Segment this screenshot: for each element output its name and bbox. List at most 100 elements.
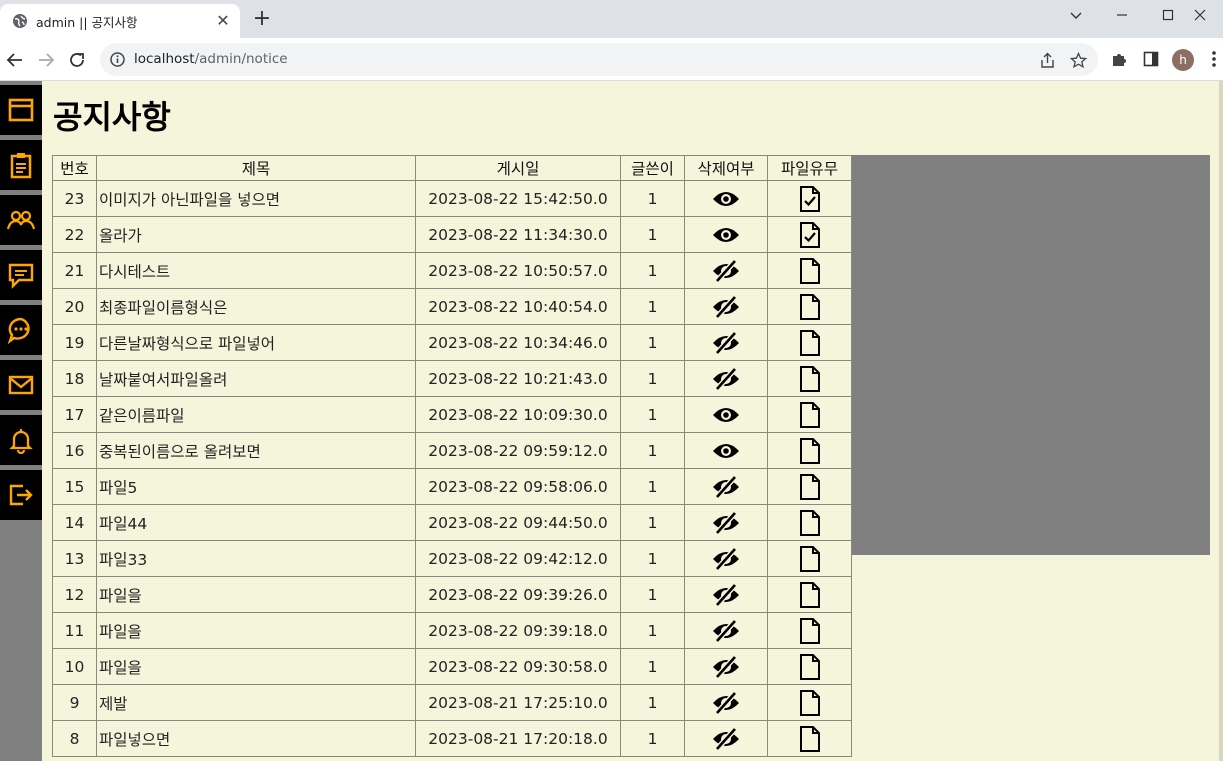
table-row[interactable]: 12 파일을 2023-08-22 09:39:26.0 1 [52,576,852,613]
table-row[interactable]: 21 다시테스트 2023-08-22 10:50:57.0 1 [52,252,852,289]
cell-title[interactable]: 올라가 [96,216,416,253]
cell-title[interactable]: 날짜붙여서파일올려 [96,360,416,397]
cell-deleted-toggle[interactable] [684,468,768,505]
eye-off-icon[interactable] [712,294,740,319]
cell-deleted-toggle[interactable] [684,540,768,577]
more-menu-icon[interactable] [1208,48,1220,70]
forward-button[interactable] [33,47,59,73]
close-window-button[interactable] [1177,0,1223,30]
cell-number: 22 [52,216,97,253]
cell-title[interactable]: 파일을 [96,612,416,649]
sidebar-item-dashboard[interactable] [0,85,42,135]
cell-writer: 1 [620,648,685,685]
sidebar-item-notice[interactable] [0,140,42,190]
eye-off-icon[interactable] [712,582,740,607]
cell-file [767,324,852,361]
table-row[interactable]: 9 제발 2023-08-21 17:25:10.0 1 [52,684,852,721]
table-row[interactable]: 11 파일을 2023-08-22 09:39:18.0 1 [52,612,852,649]
cell-deleted-toggle[interactable] [684,252,768,289]
table-row[interactable]: 16 중복된이름으로 올려보면 2023-08-22 09:59:12.0 1 [52,432,852,469]
bookmark-button[interactable] [1068,50,1088,70]
sidebar-item-chat[interactable] [0,305,42,355]
eye-off-icon[interactable] [712,546,740,571]
eye-icon[interactable] [712,441,740,461]
cell-title[interactable]: 중복된이름으로 올려보면 [96,432,416,469]
cell-deleted-toggle[interactable] [684,216,768,253]
cell-deleted-toggle[interactable] [684,324,768,361]
table-row[interactable]: 14 파일44 2023-08-22 09:44:50.0 1 [52,504,852,541]
cell-title[interactable]: 파일을 [96,576,416,613]
sidebar-item-board[interactable] [0,250,42,300]
eye-off-icon[interactable] [712,366,740,391]
cell-deleted-toggle[interactable] [684,684,768,721]
cell-deleted-toggle[interactable] [684,576,768,613]
cell-title[interactable]: 파일5 [96,468,416,505]
table-row[interactable]: 13 파일33 2023-08-22 09:42:12.0 1 [52,540,852,577]
table-row[interactable]: 15 파일5 2023-08-22 09:58:06.0 1 [52,468,852,505]
cell-deleted-toggle[interactable] [684,432,768,469]
cell-file [767,216,852,253]
eye-off-icon[interactable] [712,618,740,643]
cell-title[interactable]: 제발 [96,684,416,721]
table-row[interactable]: 22 올라가 2023-08-22 11:34:30.0 1 [52,216,852,253]
cell-title[interactable]: 다시테스트 [96,252,416,289]
sidebar-item-members[interactable] [0,195,42,245]
cell-file [767,252,852,289]
cell-deleted-toggle[interactable] [684,504,768,541]
eye-icon[interactable] [712,225,740,245]
tab-search-button[interactable] [1053,0,1099,30]
cell-file [767,540,852,577]
eye-off-icon[interactable] [712,690,740,715]
eye-off-icon[interactable] [712,474,740,499]
browser-tab[interactable]: admin || 공지사항 ✕ [0,4,240,38]
cell-title[interactable]: 이미지가 아닌파일을 넣으면 [96,180,416,217]
table-row[interactable]: 8 파일넣으면 2023-08-21 17:20:18.0 1 [52,720,852,757]
puzzle-icon [1112,53,1126,66]
address-bar[interactable]: localhost/admin/notice [100,43,1098,76]
cell-title[interactable]: 파일33 [96,540,416,577]
file-icon [799,473,820,500]
table-row[interactable]: 18 날짜붙여서파일올려 2023-08-22 10:21:43.0 1 [52,360,852,397]
table-row[interactable]: 10 파일을 2023-08-22 09:30:58.0 1 [52,648,852,685]
cell-deleted-toggle[interactable] [684,612,768,649]
table-row[interactable]: 23 이미지가 아닌파일을 넣으면 2023-08-22 15:42:50.0 1 [52,180,852,217]
cell-deleted-toggle[interactable] [684,648,768,685]
eye-off-icon[interactable] [712,654,740,679]
table-row[interactable]: 17 같은이름파일 2023-08-22 10:09:30.0 1 [52,396,852,433]
cell-title[interactable]: 파일넣으면 [96,720,416,757]
back-button[interactable] [2,47,28,73]
minimize-button[interactable] [1099,0,1145,30]
reload-button[interactable] [64,47,90,73]
eye-icon[interactable] [712,405,740,425]
eye-icon[interactable] [712,189,740,209]
extensions-button[interactable] [1108,48,1130,70]
table-row[interactable]: 19 다른날짜형식으로 파일넣어 2023-08-22 10:34:46.0 1 [52,324,852,361]
eye-off-icon[interactable] [712,330,740,355]
cell-deleted-toggle[interactable] [684,360,768,397]
share-button[interactable] [1037,50,1057,70]
eye-off-icon[interactable] [712,726,740,751]
cell-title[interactable]: 최종파일이름형식은 [96,288,416,325]
close-tab-icon[interactable]: ✕ [214,12,232,30]
profile-avatar[interactable]: h [1172,49,1194,71]
cell-number: 8 [52,720,97,757]
info-icon[interactable] [109,51,126,68]
scrollbar[interactable] [1219,81,1223,761]
side-panel-button[interactable] [1140,48,1162,70]
page-title: 공지사항 [53,98,171,136]
cell-deleted-toggle[interactable] [684,180,768,217]
cell-title[interactable]: 파일44 [96,504,416,541]
cell-deleted-toggle[interactable] [684,720,768,757]
eye-off-icon[interactable] [712,258,740,283]
sidebar-item-alarm[interactable] [0,415,42,465]
cell-title[interactable]: 같은이름파일 [96,396,416,433]
table-row[interactable]: 20 최종파일이름형식은 2023-08-22 10:40:54.0 1 [52,288,852,325]
new-tab-button[interactable]: + [250,8,274,32]
cell-deleted-toggle[interactable] [684,288,768,325]
cell-title[interactable]: 다른날짜형식으로 파일넣어 [96,324,416,361]
cell-deleted-toggle[interactable] [684,396,768,433]
eye-off-icon[interactable] [712,510,740,535]
sidebar-item-mail[interactable] [0,360,42,410]
cell-title[interactable]: 파일을 [96,648,416,685]
sidebar-item-logout[interactable] [0,470,42,520]
